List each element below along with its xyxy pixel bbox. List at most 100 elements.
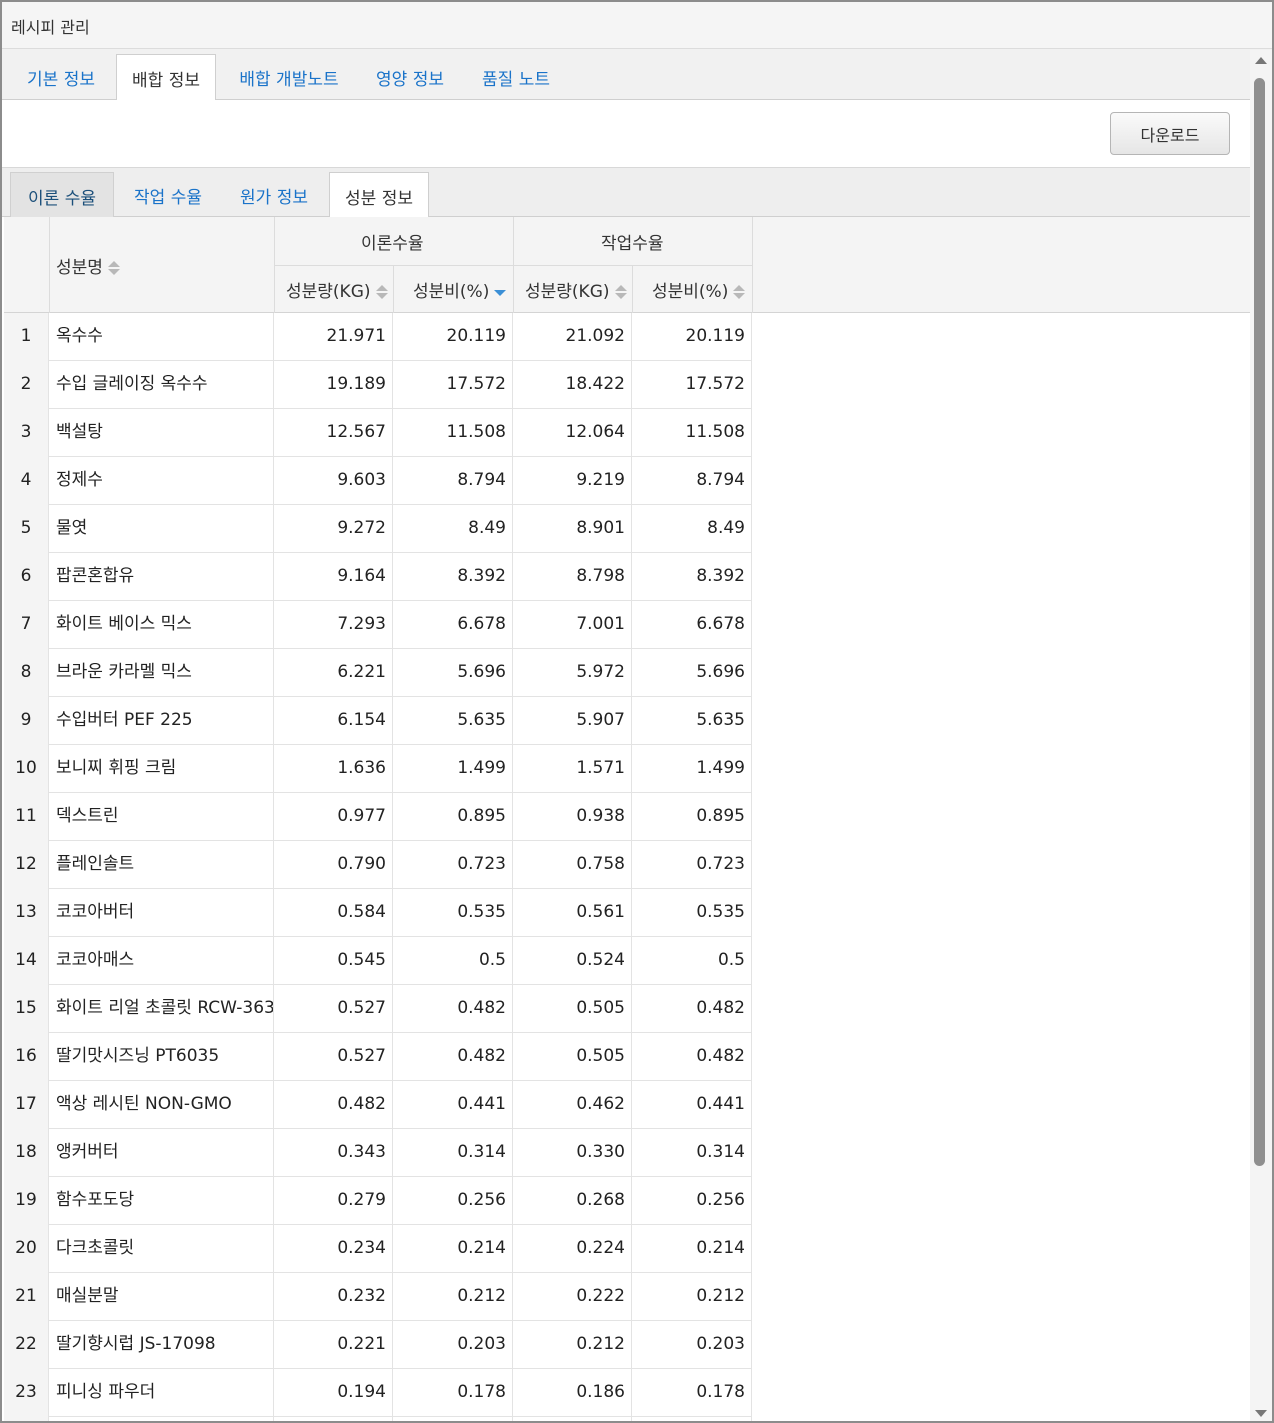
table-row[interactable]: 1 옥수수 21.971 20.119 21.092 20.119 [4,313,752,361]
work-ratio-pct-cell: 8.392 [632,553,752,601]
row-number-cell: 2 [4,361,49,409]
table-row[interactable]: 12 플레인솔트 0.790 0.723 0.758 0.723 [4,841,752,889]
row-number-cell: 1 [4,313,49,361]
ingredient-name-cell: 정제수 [49,457,274,505]
table-row[interactable]: 13 코코아버터 0.584 0.535 0.561 0.535 [4,889,752,937]
theory-ratio-pct-cell: 11.508 [393,409,513,457]
vertical-scrollbar[interactable] [1250,50,1272,1421]
tab-formulation-info[interactable]: 배합 정보 [116,54,216,101]
work-ratio-pct-cell: 8.794 [632,457,752,505]
work-ratio-pct-cell: 8.49 [632,505,752,553]
table-row[interactable]: 3 백설탕 12.567 11.508 12.064 11.508 [4,409,752,457]
ingredient-name-cell: 코코아매스 [49,937,274,985]
theory-ratio-pct-cell: 5.696 [393,649,513,697]
work-qty-kg-cell: 0.222 [513,1273,632,1321]
header-work-qty-kg[interactable]: 성분량(KG) [525,277,627,302]
subtab-ingredient-info[interactable]: 성분 정보 [329,172,429,218]
table-row[interactable]: 8 브라운 카라멜 믹스 6.221 5.696 5.972 5.696 [4,649,752,697]
header-ingredient-name[interactable]: 성분명 [56,253,120,278]
subtab-work-yield[interactable]: 작업 수율 [118,172,218,217]
ingredient-name-cell: 보니찌 휘핑 크림 [49,745,274,793]
table-row[interactable]: 21 매실분말 0.232 0.212 0.222 0.212 [4,1273,752,1321]
scrollbar-thumb[interactable] [1254,78,1265,1166]
table-row[interactable]: 23 피니싱 파우더 0.194 0.178 0.186 0.178 [4,1369,752,1417]
toolbar: 다운로드 [2,100,1252,168]
theory-ratio-pct-cell: 0.256 [393,1177,513,1225]
theory-qty-kg-cell: 0.584 [274,889,393,937]
table-row[interactable]: 5 물엿 9.272 8.49 8.901 8.49 [4,505,752,553]
work-ratio-pct-cell: 0.5 [632,937,752,985]
download-button[interactable]: 다운로드 [1110,112,1230,155]
work-qty-kg-cell: 0.462 [513,1081,632,1129]
theory-qty-kg-cell [274,1417,393,1421]
theory-ratio-pct-cell: 8.794 [393,457,513,505]
ingredient-name-cell: 물엿 [49,505,274,553]
row-number-cell: 23 [4,1369,49,1417]
tab-quality-note[interactable]: 품질 노트 [468,54,564,100]
scroll-down-arrow-icon[interactable] [1255,1410,1267,1417]
table-row[interactable]: 20 다크초콜릿 0.234 0.214 0.224 0.214 [4,1225,752,1273]
row-number-cell: 16 [4,1033,49,1081]
tab-basic-info[interactable]: 기본 정보 [12,54,110,100]
theory-ratio-pct-cell: 8.392 [393,553,513,601]
tab-nutrition-info[interactable]: 영양 정보 [362,54,458,100]
theory-qty-kg-cell: 6.154 [274,697,393,745]
scroll-up-arrow-icon[interactable] [1255,57,1267,64]
ingredient-name-cell: 백설탕 [49,409,274,457]
table-row[interactable]: 4 정제수 9.603 8.794 9.219 8.794 [4,457,752,505]
table-row[interactable]: 18 앵커버터 0.343 0.314 0.330 0.314 [4,1129,752,1177]
row-number-cell: 13 [4,889,49,937]
header-work-ratio-pct[interactable]: 성분비(%) [652,277,746,302]
sub-tab-bar: 이론 수율 작업 수율 원가 정보 성분 정보 [2,168,1250,218]
table-row[interactable]: 14 코코아매스 0.545 0.5 0.524 0.5 [4,937,752,985]
work-qty-kg-cell: 12.064 [513,409,632,457]
theory-qty-kg-cell: 19.189 [274,361,393,409]
tab-formulation-dev-note[interactable]: 배합 개발노트 [224,54,354,100]
subtab-theoretical-yield[interactable]: 이론 수율 [10,172,114,217]
table-row[interactable]: 16 딸기맛시즈닝 PT6035 0.527 0.482 0.505 0.482 [4,1033,752,1081]
header-group-theoretical-yield: 이론수율 [361,234,424,254]
ingredient-name-cell: 다크초콜릿 [49,1225,274,1273]
header-theory-ratio-pct[interactable]: 성분비(%) [413,277,507,302]
row-number-cell: 5 [4,505,49,553]
row-number-cell: 24 [4,1417,49,1421]
table-row[interactable]: 19 함수포도당 0.279 0.256 0.268 0.256 [4,1177,752,1225]
table-row[interactable]: 9 수입버터 PEF 225 6.154 5.635 5.907 5.635 [4,697,752,745]
theory-qty-kg-cell: 0.232 [274,1273,393,1321]
theory-qty-kg-cell: 0.194 [274,1369,393,1417]
theory-ratio-pct-cell: 0.214 [393,1225,513,1273]
ingredient-name-cell: 화이트 리얼 초콜릿 RCW-363 [49,985,274,1033]
row-number-cell: 15 [4,985,49,1033]
table-row[interactable]: 17 액상 레시틴 NON-GMO 0.482 0.441 0.462 0.441 [4,1081,752,1129]
row-number-cell: 21 [4,1273,49,1321]
work-qty-kg-cell: 0.186 [513,1369,632,1417]
header-theory-qty-kg[interactable]: 성분량(KG) [286,277,388,302]
row-number-cell: 4 [4,457,49,505]
table-row[interactable]: 2 수입 글레이징 옥수수 19.189 17.572 18.422 17.572 [4,361,752,409]
table-row[interactable]: 7 화이트 베이스 믹스 7.293 6.678 7.001 6.678 [4,601,752,649]
table-row[interactable]: 24 [4,1417,752,1421]
table-row[interactable]: 11 덱스트린 0.977 0.895 0.938 0.895 [4,793,752,841]
title-bar: 레시피 관리 [2,2,1272,49]
header-group-work-yield: 작업수율 [601,234,664,254]
theory-ratio-pct-cell: 0.5 [393,937,513,985]
work-qty-kg-cell: 0.224 [513,1225,632,1273]
theory-qty-kg-cell: 1.636 [274,745,393,793]
theory-ratio-pct-cell: 0.203 [393,1321,513,1369]
table-row[interactable]: 10 보니찌 휘핑 크림 1.636 1.499 1.571 1.499 [4,745,752,793]
ingredient-name-cell: 딸기맛시즈닝 PT6035 [49,1033,274,1081]
theory-ratio-pct-cell [393,1417,513,1421]
ingredient-name-cell: 플레인솔트 [49,841,274,889]
work-ratio-pct-cell: 0.212 [632,1273,752,1321]
table-row[interactable]: 15 화이트 리얼 초콜릿 RCW-363 0.527 0.482 0.505 0.482 [4,985,752,1033]
work-ratio-pct-cell: 1.499 [632,745,752,793]
work-qty-kg-cell: 0.561 [513,889,632,937]
table-row[interactable]: 22 딸기향시럽 JS-17098 0.221 0.203 0.212 0.203 [4,1321,752,1369]
work-qty-kg-cell: 5.907 [513,697,632,745]
table-row[interactable]: 6 팝콘혼합유 9.164 8.392 8.798 8.392 [4,553,752,601]
sort-icon [733,283,746,301]
work-ratio-pct-cell: 5.696 [632,649,752,697]
ingredient-name-cell: 피니싱 파우더 [49,1369,274,1417]
work-qty-kg-cell: 1.571 [513,745,632,793]
subtab-cost-info[interactable]: 원가 정보 [224,172,324,217]
